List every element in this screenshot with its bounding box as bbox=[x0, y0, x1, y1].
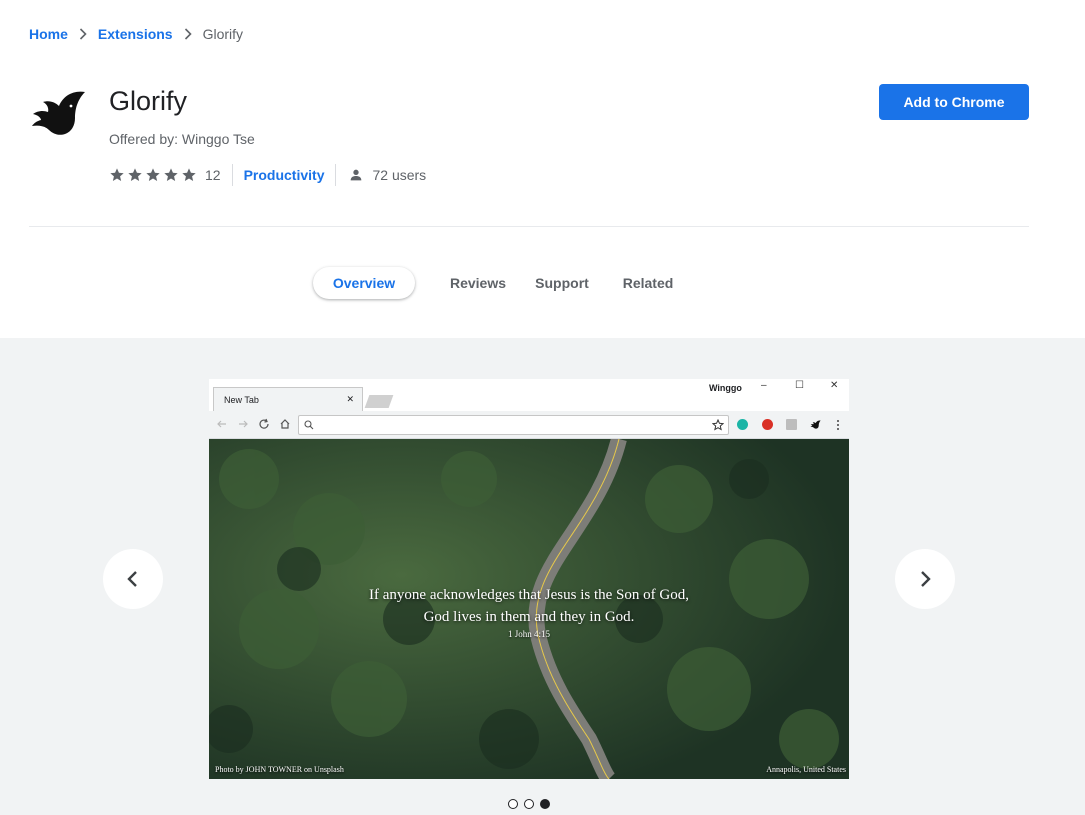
star-icon bbox=[146, 168, 160, 181]
browser-titlebar: New Tab ✕ Winggo – ☐ ✕ bbox=[209, 379, 849, 411]
screenshot-gallery: New Tab ✕ Winggo – ☐ ✕ If anyone acknowl… bbox=[0, 338, 1085, 815]
star-icon bbox=[128, 168, 142, 181]
chevron-right-icon bbox=[921, 571, 931, 587]
breadcrumb: Home Extensions Glorify bbox=[29, 24, 243, 44]
extension-title: Glorify bbox=[109, 86, 188, 116]
back-arrow-icon bbox=[217, 420, 226, 428]
reload-icon bbox=[259, 418, 269, 429]
extension-icon bbox=[786, 419, 797, 430]
chevron-right-icon bbox=[173, 28, 203, 40]
verse-reference: 1 John 4:15 bbox=[507, 629, 550, 639]
next-screenshot-button[interactable] bbox=[895, 549, 955, 609]
minimize-icon: – bbox=[761, 380, 767, 391]
screenshot-image: New Tab ✕ Winggo – ☐ ✕ If anyone acknowl… bbox=[209, 379, 849, 779]
user-count: 72 users bbox=[372, 167, 427, 183]
add-to-chrome-button[interactable]: Add to Chrome bbox=[879, 84, 1029, 120]
rating-count[interactable]: 12 bbox=[205, 167, 221, 183]
star-icon bbox=[110, 168, 124, 181]
star-icon bbox=[182, 168, 196, 181]
new-tab-icon bbox=[364, 395, 394, 408]
detail-tabs: Overview Reviews Support Related bbox=[313, 267, 674, 299]
verse-text: If anyone acknowledges that Jesus is the… bbox=[369, 587, 689, 625]
address-bar bbox=[298, 415, 729, 435]
breadcrumb-home-link[interactable]: Home bbox=[29, 26, 68, 42]
extension-icon bbox=[762, 419, 773, 430]
search-icon bbox=[304, 420, 314, 430]
user-icon bbox=[351, 169, 362, 181]
home-icon bbox=[280, 419, 290, 429]
tab-support[interactable]: Support bbox=[534, 267, 590, 299]
carousel-indicators bbox=[508, 799, 550, 809]
maximize-icon: ☐ bbox=[795, 380, 804, 391]
breadcrumb-current: Glorify bbox=[202, 26, 244, 42]
bookmark-star-icon bbox=[712, 419, 724, 431]
photo-credit: Photo by JOHN TOWNER on Unsplash bbox=[215, 765, 344, 774]
browser-tab: New Tab ✕ bbox=[213, 387, 363, 411]
star-icon bbox=[164, 168, 178, 181]
bird-logo-icon bbox=[29, 86, 87, 140]
meta-divider bbox=[335, 164, 337, 186]
close-icon: ✕ bbox=[346, 394, 354, 404]
tab-related[interactable]: Related bbox=[622, 267, 674, 299]
carousel-dot[interactable] bbox=[540, 799, 550, 809]
meta-divider bbox=[231, 164, 233, 186]
close-icon: ✕ bbox=[830, 380, 839, 391]
tab-reviews[interactable]: Reviews bbox=[450, 267, 506, 299]
offered-by: Offered by: Winggo Tse bbox=[109, 131, 255, 147]
forward-arrow-icon bbox=[239, 420, 248, 428]
previous-screenshot-button[interactable] bbox=[103, 549, 163, 609]
kebab-menu-icon bbox=[837, 420, 839, 430]
breadcrumb-extensions-link[interactable]: Extensions bbox=[98, 26, 173, 42]
browser-tab-title: New Tab bbox=[224, 394, 259, 405]
bird-logo-icon bbox=[810, 420, 821, 429]
extension-meta: 12 Productivity 72 users bbox=[109, 164, 426, 186]
chevron-left-icon bbox=[127, 571, 137, 587]
tab-overview[interactable]: Overview bbox=[313, 267, 415, 299]
extension-icon bbox=[737, 419, 748, 430]
carousel-dot[interactable] bbox=[508, 799, 518, 809]
carousel-dot[interactable] bbox=[524, 799, 534, 809]
category-link[interactable]: Productivity bbox=[244, 167, 325, 183]
browser-toolbar bbox=[209, 411, 849, 439]
browser-user: Winggo bbox=[709, 383, 742, 393]
rating-stars[interactable] bbox=[109, 167, 197, 183]
header-divider bbox=[29, 226, 1029, 227]
forest-road-photo: If anyone acknowledges that Jesus is the… bbox=[209, 439, 849, 779]
photo-location: Annapolis, United States bbox=[766, 765, 846, 774]
chevron-right-icon bbox=[68, 28, 98, 40]
